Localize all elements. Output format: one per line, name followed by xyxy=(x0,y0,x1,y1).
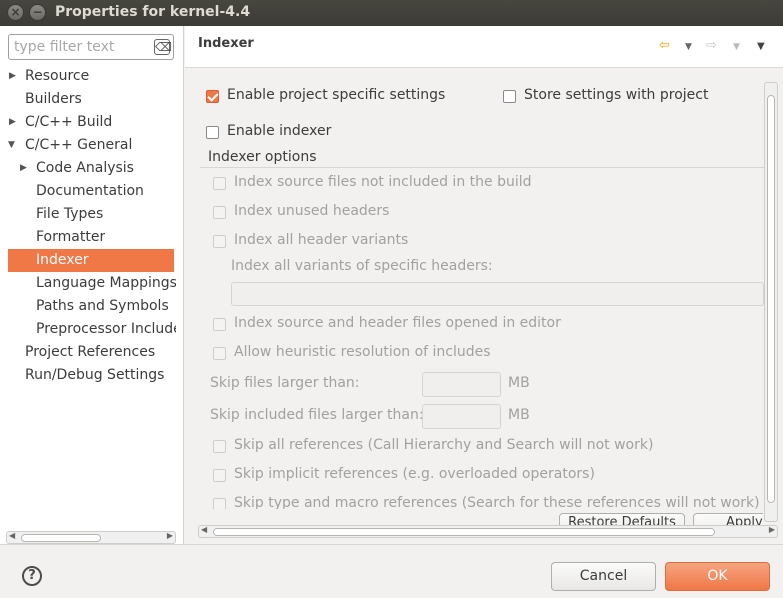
back-arrow-icon[interactable]: ⇦ xyxy=(659,38,670,53)
option-checkbox xyxy=(213,177,226,190)
scrollbar-thumb[interactable] xyxy=(21,534,101,542)
clipped-row: Skip type and macro references (Search f… xyxy=(200,490,760,509)
enable-project-specific-label[interactable]: Enable project specific settings xyxy=(227,87,445,103)
option-label: Allow heuristic resolution of includes xyxy=(234,344,491,360)
help-icon[interactable]: ? xyxy=(22,566,42,586)
option-checkbox xyxy=(213,347,226,360)
filter-box: ⌫ xyxy=(8,34,174,60)
apply-button[interactable]: Apply xyxy=(693,513,763,525)
store-settings-checkbox[interactable] xyxy=(503,90,516,103)
scroll-right-icon[interactable]: ▶ xyxy=(769,525,775,534)
tree-item-paths-and-symbols[interactable]: Paths and Symbols xyxy=(36,295,169,318)
option-checkbox xyxy=(213,235,226,248)
option-checkbox xyxy=(213,206,226,219)
option-checkbox xyxy=(213,469,226,482)
tree-item-cpp-build[interactable]: C/C++ Build xyxy=(25,111,112,134)
tree-item-resource[interactable]: Resource xyxy=(25,65,89,88)
forward-menu-chevron-icon: ▼ xyxy=(733,42,740,52)
specific-headers-label: Index all variants of specific headers: xyxy=(231,258,493,274)
cancel-button[interactable]: Cancel xyxy=(551,562,656,591)
tree-horizontal-scrollbar[interactable]: ◀ ▶ xyxy=(6,531,176,544)
tree-item-preprocessor-include[interactable]: Preprocessor Include xyxy=(36,318,176,341)
view-menu-icon[interactable]: ▼ xyxy=(757,41,765,52)
collapse-arrow-icon[interactable]: ▼ xyxy=(8,140,15,150)
tree-item-indexer[interactable]: Indexer xyxy=(8,249,174,272)
tree-item-documentation[interactable]: Documentation xyxy=(36,180,144,203)
skip-included-unit: MB xyxy=(508,407,530,423)
expand-arrow-icon[interactable]: ▶ xyxy=(9,117,16,127)
page-vertical-scrollbar[interactable] xyxy=(764,82,778,522)
option-label: Skip all references (Call Hierarchy and … xyxy=(234,437,654,453)
restore-defaults-button[interactable]: Restore Defaults xyxy=(559,513,685,525)
expand-arrow-icon[interactable]: ▶ xyxy=(9,71,16,81)
page-header: Indexer ⇦ ▼ ⇨ ▼ ▼ xyxy=(185,26,783,68)
skip-included-size-field xyxy=(422,404,501,429)
skip-files-unit: MB xyxy=(508,375,530,391)
skip-included-label: Skip included files larger than: xyxy=(210,407,424,423)
filter-input[interactable] xyxy=(12,37,150,57)
page-horizontal-scrollbar[interactable]: ◀ ▶ xyxy=(198,525,778,538)
back-menu-chevron-icon[interactable]: ▼ xyxy=(685,42,692,52)
option-checkbox xyxy=(213,440,226,453)
tree-item-project-references[interactable]: Project References xyxy=(25,341,155,364)
group-divider xyxy=(200,167,765,168)
option-label: Skip type and macro references (Search f… xyxy=(234,495,760,509)
page-buttons-clip: Restore Defaults Apply xyxy=(555,513,763,525)
scroll-right-icon[interactable]: ▶ xyxy=(167,531,173,540)
skip-files-size-field xyxy=(422,372,501,397)
tree-item-code-analysis[interactable]: Code Analysis xyxy=(36,157,134,180)
clear-filter-icon[interactable]: ⌫ xyxy=(154,39,172,55)
indexer-options-group-label: Indexer options xyxy=(208,149,321,165)
option-label: Index unused headers xyxy=(234,203,390,219)
option-label: Skip implicit references (e.g. overloade… xyxy=(234,466,595,482)
enable-project-specific-checkbox[interactable] xyxy=(206,90,219,103)
specific-headers-field xyxy=(231,282,764,306)
option-label: Index source files not included in the b… xyxy=(234,174,532,190)
scroll-left-icon[interactable]: ◀ xyxy=(201,525,207,534)
forward-arrow-icon: ⇨ xyxy=(706,38,717,53)
option-label: Index source and header files opened in … xyxy=(234,315,561,331)
scroll-left-icon[interactable]: ◀ xyxy=(9,531,15,540)
category-tree-panel: ⌫ ▶ Resource Builders ▶ C/C++ Build ▼ C/… xyxy=(0,26,184,544)
store-settings-label[interactable]: Store settings with project xyxy=(524,87,708,103)
tree-item-file-types[interactable]: File Types xyxy=(36,203,103,226)
close-window-button[interactable]: × xyxy=(7,4,24,21)
tree-item-formatter[interactable]: Formatter xyxy=(36,226,105,249)
option-label: Index all header variants xyxy=(234,232,409,248)
enable-indexer-checkbox[interactable] xyxy=(206,126,219,139)
minimize-window-button[interactable]: − xyxy=(29,4,46,21)
skip-files-label: Skip files larger than: xyxy=(210,375,360,391)
page-title: Indexer xyxy=(198,36,254,51)
window-title: Properties for kernel-4.4 xyxy=(55,4,251,20)
ok-button[interactable]: OK xyxy=(665,562,770,591)
tree-item-language-mappings[interactable]: Language Mappings xyxy=(36,272,176,295)
option-checkbox xyxy=(213,318,226,331)
scrollbar-thumb[interactable] xyxy=(213,528,715,536)
scrollbar-thumb[interactable] xyxy=(767,95,775,503)
tree-item-cpp-general[interactable]: C/C++ General xyxy=(25,134,132,157)
title-bar: × − Properties for kernel-4.4 xyxy=(0,0,783,26)
option-checkbox xyxy=(213,498,226,509)
expand-arrow-icon[interactable]: ▶ xyxy=(20,163,27,173)
tree-item-builders[interactable]: Builders xyxy=(25,88,82,111)
enable-indexer-label[interactable]: Enable indexer xyxy=(227,123,331,139)
tree-item-run-debug-settings[interactable]: Run/Debug Settings xyxy=(25,364,164,387)
